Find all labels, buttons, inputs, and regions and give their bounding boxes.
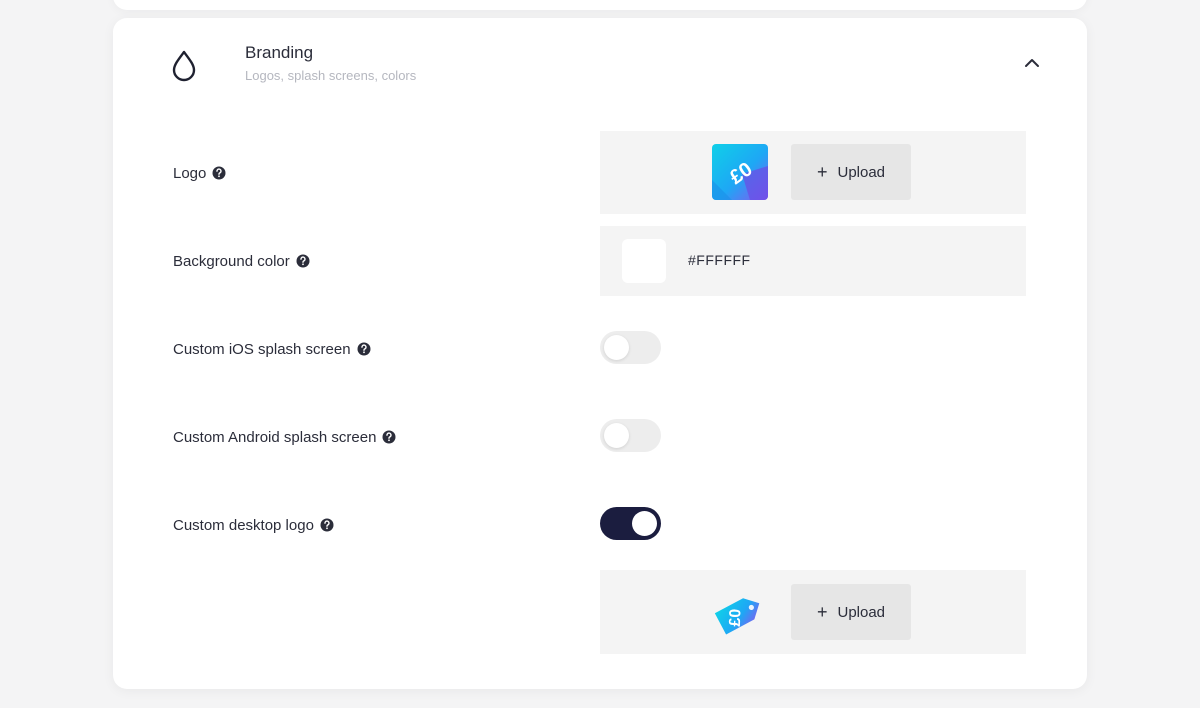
svg-text:£0: £0	[727, 608, 745, 626]
android-splash-toggle[interactable]	[600, 419, 661, 452]
drop-icon	[172, 50, 196, 82]
upload-label: Upload	[837, 603, 886, 621]
color-swatch[interactable]	[622, 239, 666, 283]
logo-label-text: Logo	[173, 164, 207, 182]
branding-section: Branding Logos, splash screens, colors L…	[113, 18, 1087, 689]
help-circle-icon[interactable]	[296, 254, 310, 268]
toggle-knob	[604, 335, 629, 360]
section-header[interactable]: Branding Logos, splash screens, colors	[113, 18, 1087, 118]
toggle-knob	[604, 423, 629, 448]
desktop-logo-label-text: Custom desktop logo	[173, 516, 314, 534]
logo-upload-button[interactable]: + Upload	[791, 144, 911, 200]
logo-upload-panel: £0 + Upload	[600, 131, 1026, 214]
previous-section-card	[113, 0, 1087, 10]
desktop-logo-image: £0	[710, 584, 766, 640]
help-circle-icon[interactable]	[357, 342, 371, 356]
help-circle-icon[interactable]	[320, 518, 334, 532]
plus-icon: +	[816, 162, 828, 182]
color-hex-value[interactable]: #FFFFFF	[688, 252, 751, 268]
section-subtitle: Logos, splash screens, colors	[245, 68, 417, 83]
background-color-label: Background color	[173, 250, 310, 272]
section-title: Branding	[245, 43, 314, 62]
android-splash-label-text: Custom Android splash screen	[173, 428, 377, 446]
desktop-logo-label: Custom desktop logo	[173, 514, 334, 536]
app-logo-image: £0	[712, 144, 768, 200]
desktop-logo-toggle[interactable]	[600, 507, 661, 540]
upload-label: Upload	[837, 163, 886, 181]
ios-splash-label: Custom iOS splash screen	[173, 338, 371, 360]
background-color-picker[interactable]: #FFFFFF	[600, 226, 1026, 296]
android-splash-label: Custom Android splash screen	[173, 426, 396, 448]
ios-splash-label-text: Custom iOS splash screen	[173, 340, 351, 358]
help-circle-icon[interactable]	[382, 430, 396, 444]
plus-icon: +	[816, 602, 828, 622]
desktop-logo-upload-button[interactable]: + Upload	[791, 584, 911, 640]
toggle-knob	[632, 511, 657, 536]
logo-label: Logo	[173, 162, 226, 184]
help-circle-icon[interactable]	[212, 166, 226, 180]
ios-splash-toggle[interactable]	[600, 331, 661, 364]
chevron-up-icon[interactable]	[1019, 50, 1045, 76]
background-color-label-text: Background color	[173, 252, 290, 270]
desktop-logo-upload-panel: £0 + Upload	[600, 570, 1026, 654]
